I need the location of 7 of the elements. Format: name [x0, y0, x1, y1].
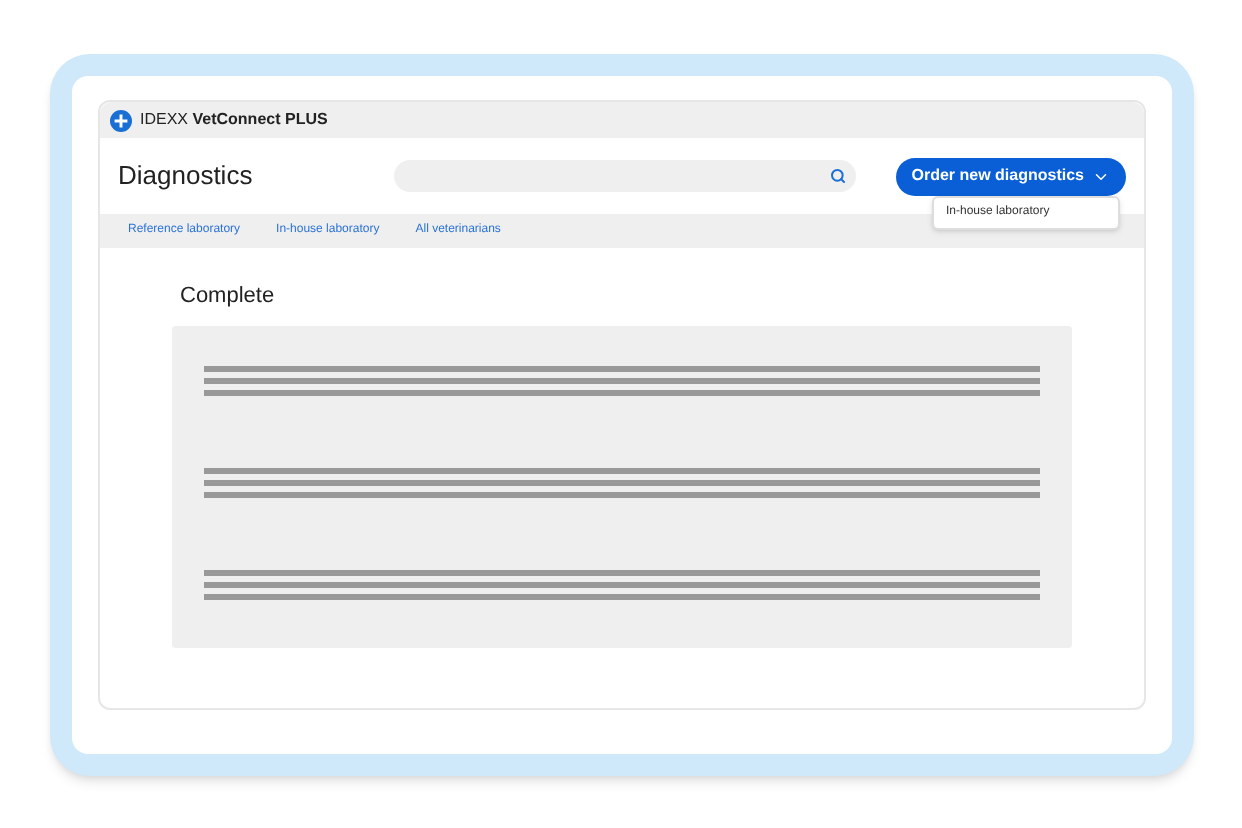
page-title: Diagnostics [118, 158, 255, 195]
section-title: Complete [180, 282, 277, 312]
search-icon [830, 168, 846, 184]
logo-icon [110, 109, 132, 131]
app-name: IDEXX VetConnect PLUS [140, 108, 328, 132]
search-field[interactable] [394, 160, 856, 192]
order-button[interactable]: Order new diagnostics [895, 157, 1126, 195]
